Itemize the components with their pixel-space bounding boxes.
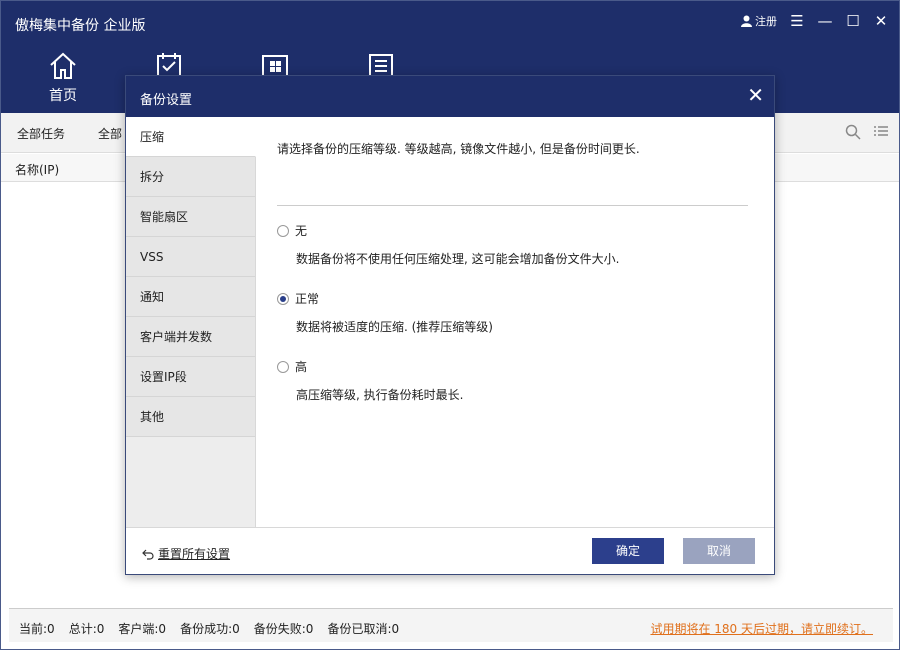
dialog-footer: 重置所有设置 确定 取消: [126, 527, 774, 574]
compression-description: 请选择备份的压缩等级. 等级越高, 镜像文件越小, 但是备份时间更长.: [277, 142, 640, 156]
toolbar-tools: [845, 124, 889, 140]
option-normal[interactable]: 正常: [277, 290, 319, 307]
status-bar: 当前:0 总计:0 客户端:0 备份成功:0 备份失败:0 备份已取消:0 试用…: [9, 608, 893, 642]
nav-home-label: 首页: [49, 88, 77, 104]
status-success: 备份成功:0: [180, 622, 240, 636]
reset-all-settings-link[interactable]: 重置所有设置: [142, 545, 230, 562]
sidebar-item-other[interactable]: 其他: [126, 397, 255, 437]
backup-settings-dialog: 备份设置 ✕ 压缩 拆分 智能扇区 VSS 通知 客户端并发数 设置IP段 其他…: [125, 75, 775, 575]
app-title: 傲梅集中备份 企业版: [15, 18, 146, 34]
nav-home[interactable]: 首页: [35, 51, 91, 105]
user-icon: [741, 15, 752, 27]
compression-panel: 请选择备份的压缩等级. 等级越高, 镜像文件越小, 但是备份时间更长. 无 数据…: [257, 117, 774, 527]
status-cancelled: 备份已取消:0: [327, 622, 400, 636]
maximize-icon[interactable]: ☐: [845, 13, 861, 29]
option-normal-label: 正常: [295, 292, 320, 306]
home-icon: [50, 52, 76, 79]
register-link[interactable]: 注册: [741, 13, 777, 29]
sidebar-item-notification[interactable]: 通知: [126, 277, 255, 317]
close-icon[interactable]: ✕: [873, 13, 889, 29]
menu-icon[interactable]: ☰: [789, 13, 805, 29]
option-high[interactable]: 高: [277, 358, 307, 375]
minimize-icon[interactable]: —: [817, 13, 833, 29]
dialog-header: 备份设置 ✕: [126, 76, 774, 117]
option-high-desc: 高压缩等级, 执行备份耗时最长.: [296, 388, 464, 402]
search-icon[interactable]: [845, 124, 861, 140]
sidebar-item-split[interactable]: 拆分: [126, 157, 255, 197]
sidebar-item-client-concurrency[interactable]: 客户端并发数: [126, 317, 255, 357]
ok-button[interactable]: 确定: [592, 538, 664, 564]
sidebar-item-ip-range[interactable]: 设置IP段: [126, 357, 255, 397]
reset-label: 重置所有设置: [158, 547, 231, 561]
option-none-label: 无: [295, 224, 308, 238]
register-label: 注册: [755, 15, 777, 28]
option-normal-desc: 数据将被适度的压缩. (推荐压缩等级): [296, 320, 493, 334]
trial-renew-link[interactable]: 试用期将在 180 天后过期，请立即续订。: [650, 620, 873, 637]
dialog-title: 备份设置: [140, 93, 193, 108]
radio-normal[interactable]: [277, 292, 289, 305]
dialog-close-icon[interactable]: ✕: [747, 84, 764, 106]
list-view-icon[interactable]: [873, 124, 889, 140]
option-none[interactable]: 无: [277, 222, 307, 239]
option-none-desc: 数据备份将不使用任何压缩处理, 这可能会增加备份文件大小.: [296, 252, 620, 266]
divider: [277, 205, 748, 206]
sidebar-item-compression[interactable]: 压缩: [126, 117, 256, 157]
radio-none[interactable]: [277, 224, 289, 237]
status-total: 总计:0: [68, 622, 105, 636]
settings-sidebar: 压缩 拆分 智能扇区 VSS 通知 客户端并发数 设置IP段 其他: [126, 117, 256, 527]
tab-all[interactable]: 全部: [98, 125, 122, 142]
radio-high[interactable]: [277, 360, 289, 373]
status-stats: 当前:0 总计:0 客户端:0 备份成功:0 备份失败:0 备份已取消:0: [19, 620, 399, 637]
sidebar-item-intelligent-sector[interactable]: 智能扇区: [126, 197, 255, 237]
option-high-label: 高: [295, 360, 308, 374]
sidebar-item-vss[interactable]: VSS: [126, 237, 255, 277]
status-failed: 备份失败:0: [253, 622, 314, 636]
undo-icon: [142, 549, 154, 560]
status-clients: 客户端:0: [118, 622, 167, 636]
window-controls: 注册 ☰ — ☐ ✕: [741, 13, 889, 29]
status-current: 当前:0: [19, 622, 55, 636]
cancel-button[interactable]: 取消: [683, 538, 755, 564]
column-name-ip[interactable]: 名称(IP): [15, 161, 59, 178]
tab-all-tasks[interactable]: 全部任务: [17, 125, 65, 142]
